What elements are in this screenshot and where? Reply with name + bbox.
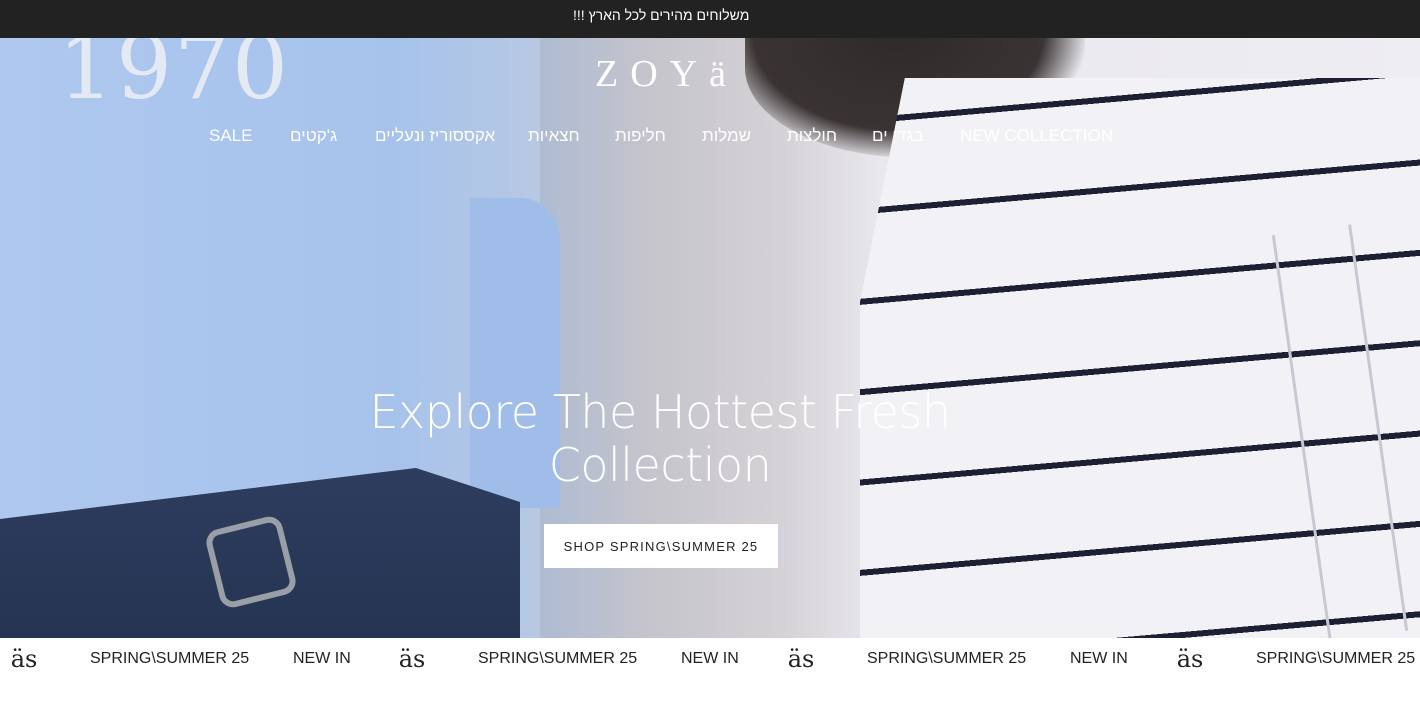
ticker-item: NEW IN: [681, 650, 739, 667]
nav-item-skirts[interactable]: חצאיות: [528, 126, 580, 146]
brand-logo[interactable]: ZOYä: [595, 52, 738, 96]
ticker-item: SPRING\SUMMER 25: [478, 650, 638, 667]
hero-banner: 1970 ZOYä NEW COLLECTION בגדי ים חולצות …: [0, 38, 1420, 638]
main-nav: NEW COLLECTION בגדי ים חולצות שמלות חליפ…: [0, 126, 1420, 150]
nav-item-dresses[interactable]: שמלות: [702, 126, 751, 146]
announcement-ticker: äs SPRING\SUMMER 25 NEW IN äs SPRING\SUM…: [0, 638, 1420, 682]
ticker-item: SPRING\SUMMER 25: [1256, 650, 1416, 667]
nav-item-accessories-shoes[interactable]: אקססוריז ונעליים: [375, 126, 495, 146]
ticker-item: NEW IN: [293, 650, 351, 667]
announcement-bar: משלוחים מהירים לכל הארץ !!!: [0, 0, 1420, 38]
zoya-monogram-icon: äs: [398, 645, 426, 673]
zoya-monogram-icon: äs: [10, 645, 38, 673]
shop-collection-button[interactable]: SHOP SPRING\SUMMER 25: [544, 524, 778, 568]
hero-shirt-print: 1970: [58, 38, 290, 119]
ticker-item: NEW IN: [1070, 650, 1128, 667]
nav-item-jackets[interactable]: ג'קטים: [290, 126, 337, 146]
nav-item-sale[interactable]: SALE: [209, 126, 252, 146]
zoya-monogram-icon: äs: [787, 645, 815, 673]
nav-item-swimwear[interactable]: בגדי ים: [872, 126, 924, 146]
hero-title-line2: Collection: [548, 438, 772, 492]
announcement-text: משלוחים מהירים לכל הארץ !!!: [573, 7, 750, 23]
nav-item-shirts[interactable]: חולצות: [787, 126, 837, 146]
hero-title-line1: Explore The Hottest Fresh: [369, 385, 951, 439]
nav-item-new-collection[interactable]: NEW COLLECTION: [960, 126, 1113, 146]
ticker-item: SPRING\SUMMER 25: [867, 650, 1027, 667]
zoya-monogram-icon: äs: [1176, 645, 1204, 673]
hero-title: Explore The Hottest Fresh Collection: [360, 386, 960, 492]
nav-item-suits[interactable]: חליפות: [615, 126, 666, 146]
ticker-item: SPRING\SUMMER 25: [90, 650, 250, 667]
